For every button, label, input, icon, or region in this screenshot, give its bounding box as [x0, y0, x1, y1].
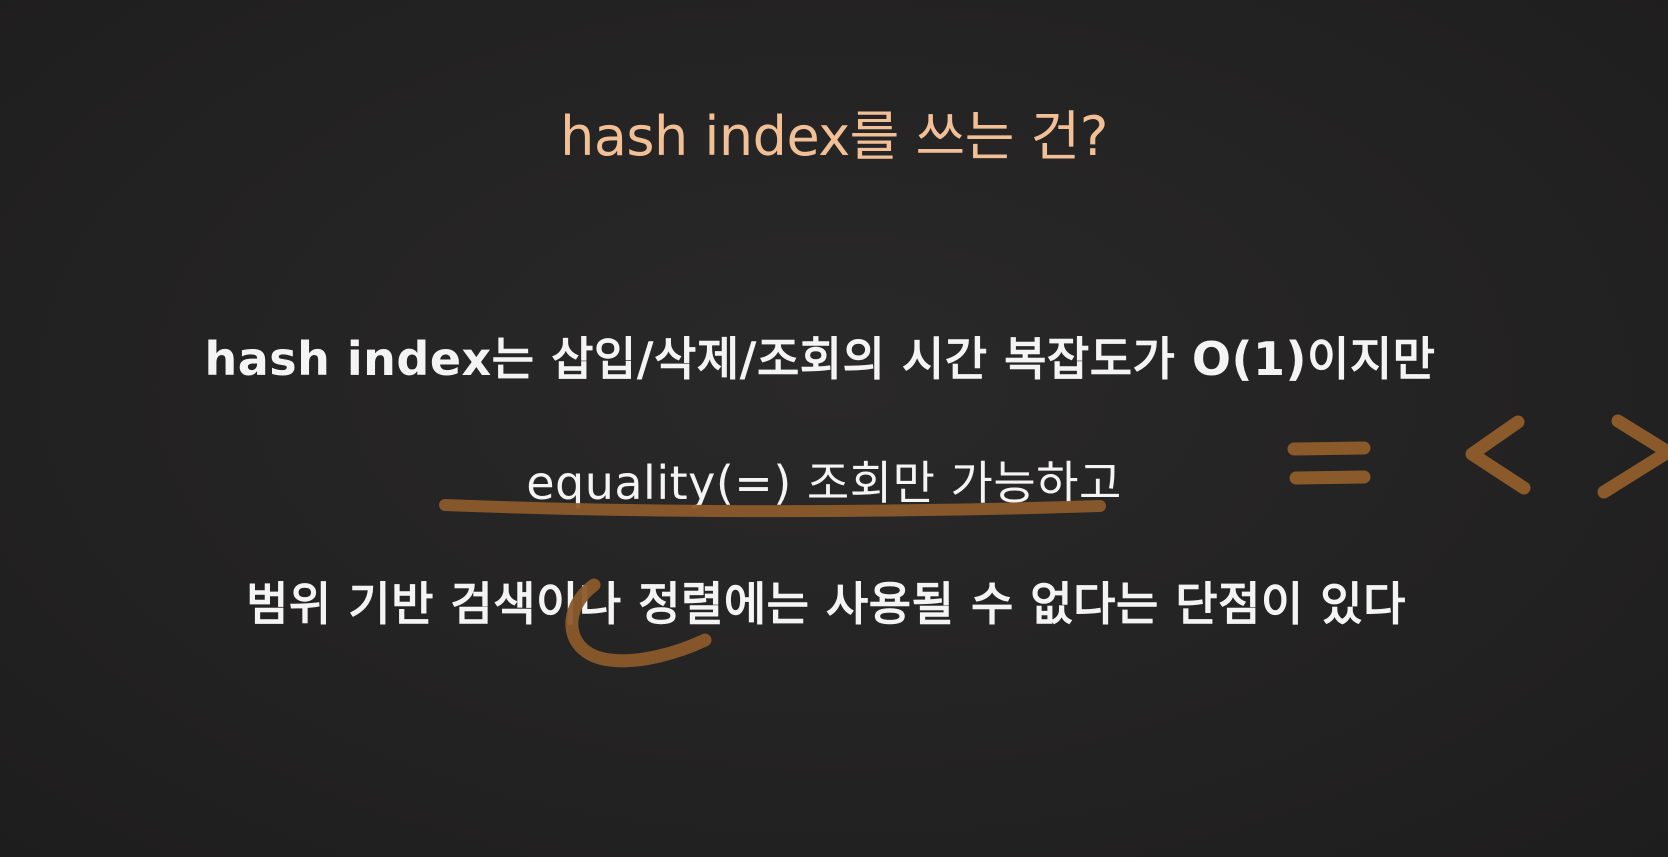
text-line-range-limitation: 범위 기반 검색이나 정렬에는 사용될 수 없다는 단점이 있다: [246, 577, 1406, 631]
slide: hash index를 쓰는 건? hash index는 삽입/삭제/조회의 …: [0, 0, 1668, 857]
text-line-time-complexity: hash index는 삽입/삭제/조회의 시간 복잡도가 O(1)이지만: [204, 332, 1436, 386]
slide-title: hash index를 쓰는 건?: [560, 105, 1108, 168]
text-line-equality-only: equality(=) 조회만 가능하고: [526, 456, 1122, 510]
